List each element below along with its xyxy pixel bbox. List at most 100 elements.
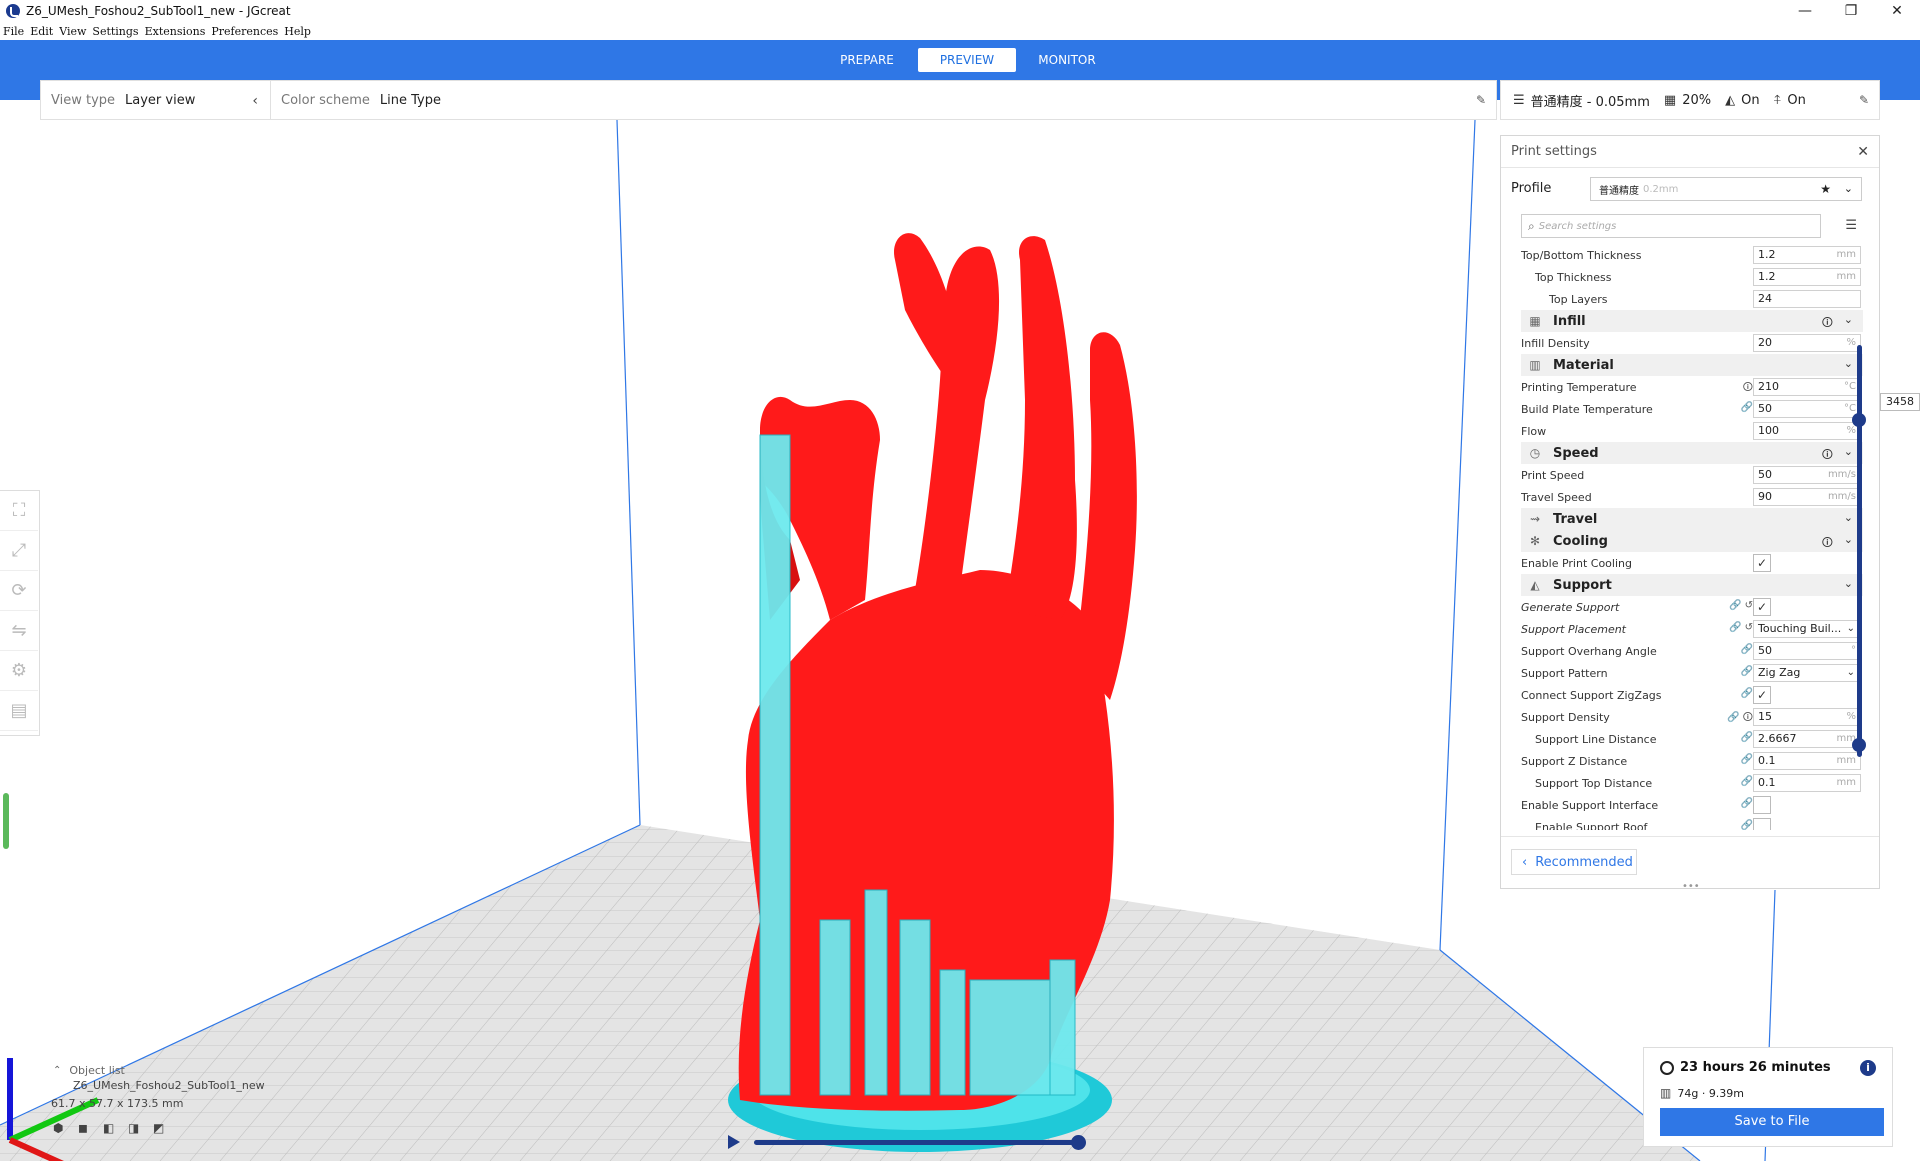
star-icon[interactable]: ★ [1820,182,1831,196]
setting-state-icons[interactable]: 🔗 [1741,776,1753,787]
tab-prepare[interactable]: PREPARE [818,48,916,72]
path-slider-track[interactable] [754,1140,1082,1145]
profile-dropdown[interactable]: 普通精度 0.2mm ★ ⌄ [1590,177,1862,201]
menu-edit[interactable]: Edit [30,25,53,38]
setting-checkbox[interactable] [1753,796,1771,814]
path-slider-handle[interactable] [1071,1135,1086,1150]
setting-value-input[interactable]: 100% [1753,422,1861,440]
menu-view[interactable]: View [59,25,86,38]
move-tool-icon[interactable]: ⛶ [0,491,38,531]
setting-value-input[interactable]: 2.6667 mm [1753,730,1861,748]
info-icon[interactable]: i [1860,1060,1876,1076]
color-scheme-selector[interactable]: Color scheme Line Type ✎ [271,81,1496,119]
info-icon[interactable]: 🛈 [1822,446,1833,465]
menu-file[interactable]: File [3,25,24,38]
recommended-button[interactable]: ‹ Recommended [1511,849,1637,875]
setting-value-input[interactable]: 50 mm/s [1753,466,1861,484]
setting-checkbox[interactable]: ✓ [1753,554,1771,572]
rotate-tool-icon[interactable]: ⟳ [0,571,38,611]
setting-state-icons[interactable]: 🔗 [1741,820,1753,830]
chevron-left-icon[interactable]: ‹ [252,93,258,109]
section-speed[interactable]: ◷ Speed 🛈 ⌄ [1521,442,1863,464]
menu-extensions[interactable]: Extensions [145,25,206,38]
menu-settings[interactable]: Settings [92,25,138,38]
layer-slider-bottom-handle[interactable] [1852,738,1866,752]
setting-state-icons[interactable]: 🔗 [1741,688,1753,699]
info-icon[interactable]: 🛈 [1822,534,1833,553]
setting-value-input[interactable]: 210 °C [1753,378,1861,396]
section-travel[interactable]: ⇝ Travel ⌄ [1521,508,1863,530]
setting-state-icons[interactable]: 🔗 [1741,754,1753,765]
setting-checkbox[interactable]: ✓ [1753,686,1771,704]
setting-state-icons[interactable]: 🔗 [1741,666,1753,677]
view-type-selector[interactable]: View type Layer view ‹ [41,81,271,119]
setting-state-icons[interactable]: 🔗 [1741,798,1753,809]
close-icon[interactable]: ✕ [1857,144,1869,160]
layer-number-label[interactable]: 3458 [1880,393,1920,411]
setting-state-icons[interactable]: 🔗 ↺ [1729,622,1753,633]
chevron-down-icon[interactable]: ⌄ [1844,313,1853,326]
setting-checkbox[interactable] [1753,818,1771,830]
search-settings-input[interactable]: ⌕ Search settings [1521,214,1821,238]
setting-dropdown[interactable]: Touching Buil... ⌄ [1753,620,1861,638]
setting-unit: ° [1851,645,1856,656]
support-blocker-icon[interactable]: ▤ [0,691,38,731]
setting-state-icons[interactable]: 🔗 [1741,402,1753,413]
tab-preview[interactable]: PREVIEW [918,48,1016,72]
setting-value-input[interactable]: 20% [1753,334,1861,352]
chevron-down-icon[interactable]: ⌄ [1844,357,1853,370]
save-to-file-button[interactable]: Save to File [1660,1108,1884,1136]
menu-preferences[interactable]: Preferences [211,25,278,38]
settings-menu-icon[interactable]: ☰ [1845,218,1857,233]
setting-value-input[interactable]: 0.1 mm [1753,752,1861,770]
section-material[interactable]: ▥ Material ⌄ [1521,354,1863,376]
layer-slider-top-handle[interactable] [1852,413,1866,427]
left-view-icon[interactable]: ◨ [128,1121,153,1135]
play-icon[interactable] [728,1135,740,1149]
resize-handle-icon[interactable]: ••• [1682,881,1700,892]
setting-value-input[interactable]: 50 ° [1753,642,1861,660]
chevron-down-icon[interactable]: ⌄ [1844,533,1853,546]
per-model-settings-icon[interactable]: ⚙ [0,651,38,691]
side-handle[interactable] [3,793,9,849]
setting-value-input[interactable]: 0.1 mm [1753,774,1861,792]
tab-monitor[interactable]: MONITOR [1018,48,1116,72]
setting-value-input[interactable]: 15% [1753,708,1861,726]
scale-tool-icon[interactable]: ⤢ [0,531,38,571]
close-window-button[interactable]: ✕ [1874,0,1920,22]
layer-slider-track[interactable] [1857,345,1862,757]
right-view-icon[interactable]: ◩ [153,1121,178,1135]
section-support[interactable]: ◭ Support ⌄ [1521,574,1863,596]
minimize-button[interactable]: — [1782,0,1828,22]
object-list-item[interactable]: Z6_UMesh_Foshou2_SubTool1_new [45,1079,285,1097]
section-infill[interactable]: ▦ Infill 🛈 ⌄ [1521,310,1863,332]
object-list-header[interactable]: ⌃ Object list [45,1061,285,1079]
setting-state-icons[interactable]: 🛈 [1743,380,1753,397]
info-icon[interactable]: 🛈 [1822,314,1833,333]
setting-checkbox[interactable]: ✓ [1753,598,1771,616]
top-view-icon[interactable]: ◧ [103,1121,128,1135]
setting-state-icons[interactable]: 🔗 🛈 [1727,710,1753,727]
pencil-icon[interactable]: ✎ [1476,93,1486,107]
setting-value-input[interactable]: 90 mm/s [1753,488,1861,506]
3d-view-icon[interactable]: ⬢ [53,1121,78,1135]
setting-value-input[interactable]: 50 °C [1753,400,1861,418]
settings-list[interactable]: Top/Bottom Thickness 1.2 mm Top Thickness 1.… [1521,244,1863,830]
front-view-icon[interactable]: ◼ [78,1121,103,1135]
setting-dropdown[interactable]: Zig Zag ⌄ [1753,664,1861,682]
setting-value-input[interactable]: 1.2 mm [1753,268,1861,286]
section-cooling[interactable]: ✻ Cooling 🛈 ⌄ [1521,530,1863,552]
chevron-down-icon[interactable]: ⌄ [1844,577,1853,590]
setting-state-icons[interactable]: 🔗 [1741,644,1753,655]
setting-state-icons[interactable]: 🔗 ↺ [1729,600,1753,611]
maximize-button[interactable]: ❐ [1828,0,1874,22]
pencil-icon[interactable]: ✎ [1859,93,1869,107]
chevron-down-icon[interactable]: ⌄ [1844,511,1853,524]
setting-state-icons[interactable]: 🔗 [1741,732,1753,743]
menu-help[interactable]: Help [284,25,311,38]
print-settings-summary[interactable]: ☰ 普通精度 - 0.05mm ▦ 20% ◭ On ⍏ On ✎ [1500,80,1880,120]
setting-value-input[interactable]: 24 [1753,290,1861,308]
mirror-tool-icon[interactable]: ⇋ [0,611,38,651]
setting-value-input[interactable]: 1.2 mm [1753,246,1861,264]
chevron-down-icon[interactable]: ⌄ [1844,445,1853,458]
